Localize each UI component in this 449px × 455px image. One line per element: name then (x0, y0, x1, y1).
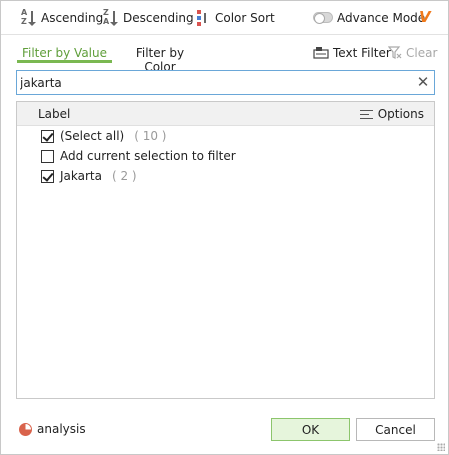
list-item-jakarta[interactable]: Jakarta ( 2 ) (41, 167, 137, 185)
filter-dialog: AZ Ascending ZA Descending Color Sort Ad… (0, 0, 449, 455)
sort-descending-icon: ZA (103, 9, 119, 27)
text-filter-button[interactable]: Text Filter (313, 46, 391, 60)
color-sort-label: Color Sort (215, 11, 275, 25)
active-tab-indicator (17, 60, 112, 63)
list-item-add-selection[interactable]: Add current selection to filter (41, 147, 236, 165)
options-icon (359, 109, 373, 120)
pie-chart-icon (19, 422, 32, 436)
analysis-label: analysis (37, 422, 86, 436)
clear-filter-icon (388, 46, 402, 59)
list-item-count: ( 2 ) (111, 169, 137, 183)
list-item-select-all[interactable]: (Select all) ( 10 ) (41, 127, 166, 145)
list-header-label: Label (38, 107, 71, 121)
ok-label: OK (301, 422, 320, 437)
advance-mode-label: Advance Mode (337, 11, 426, 25)
descending-button[interactable]: ZA Descending (103, 9, 194, 27)
color-sort-button[interactable]: Color Sort (195, 9, 275, 27)
list-item-label: Jakarta (60, 169, 102, 183)
ok-button[interactable]: OK (271, 418, 350, 441)
jakarta-checkbox[interactable] (41, 169, 54, 183)
list-header: Label Options (17, 102, 434, 126)
tab-filter-by-value-label: Filter by Value (21, 46, 108, 60)
sort-toolbar: AZ Ascending ZA Descending Color Sort Ad… (1, 1, 448, 35)
search-box: ✕ (16, 70, 435, 95)
text-filter-label: Text Filter (333, 46, 391, 60)
options-label: Options (377, 107, 424, 121)
cancel-button[interactable]: Cancel (356, 418, 435, 441)
resize-grip-icon[interactable] (437, 443, 445, 451)
tab-filter-by-color[interactable]: Filter by Color (119, 46, 201, 74)
text-filter-icon (313, 47, 329, 59)
clear-filter-button[interactable]: Clear (388, 46, 437, 60)
brand-logo-icon: V (419, 8, 431, 26)
ascending-label: Ascending (41, 11, 104, 25)
color-sort-icon (195, 9, 211, 27)
list-item-count: ( 10 ) (134, 129, 167, 143)
cancel-label: Cancel (375, 422, 416, 437)
sort-ascending-icon: AZ (21, 9, 37, 27)
list-item-label: (Select all) (60, 129, 125, 143)
search-input[interactable] (20, 74, 405, 92)
select-all-checkbox[interactable] (41, 129, 54, 143)
ascending-button[interactable]: AZ Ascending (21, 9, 103, 27)
options-button[interactable]: Options (359, 107, 424, 121)
add-selection-checkbox[interactable] (41, 149, 54, 163)
list-item-label: Add current selection to filter (60, 149, 236, 163)
value-list: Label Options (Select all) ( 10 ) Add cu… (16, 101, 435, 399)
clear-filter-label: Clear (406, 46, 438, 60)
analysis-link[interactable]: analysis (19, 422, 86, 436)
clear-search-icon[interactable]: ✕ (414, 73, 432, 91)
descending-label: Descending (123, 11, 194, 25)
advance-mode-toggle[interactable] (313, 12, 333, 24)
